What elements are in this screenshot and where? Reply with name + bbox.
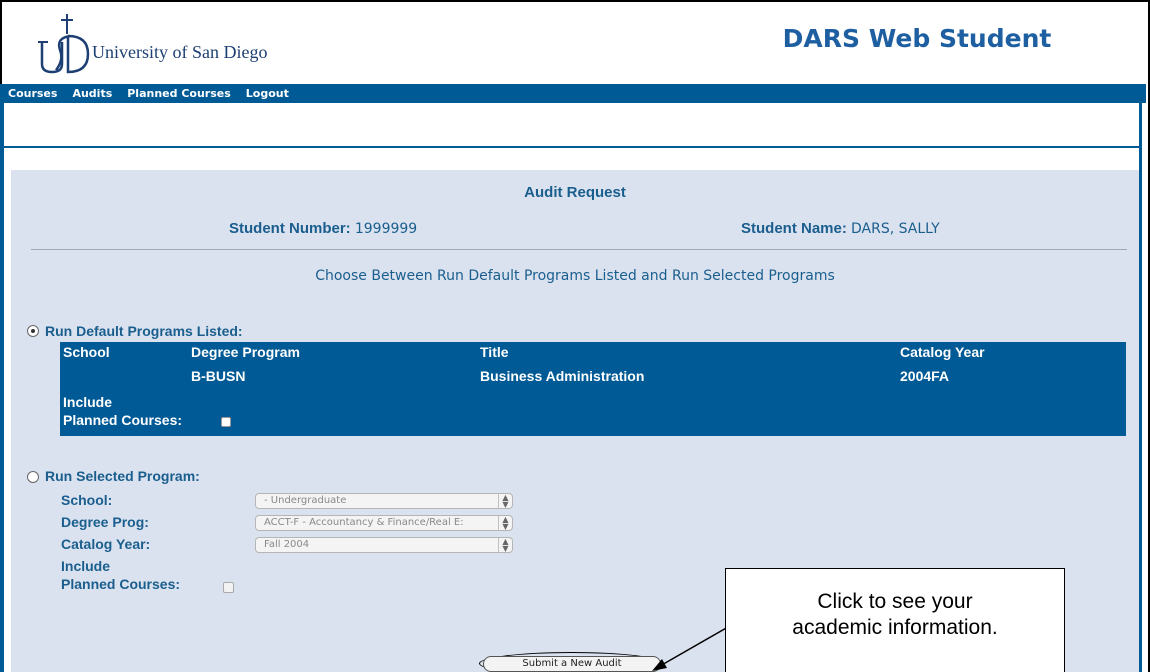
right-border bbox=[1139, 103, 1142, 672]
include-label-line1: Include bbox=[63, 394, 113, 410]
callout-line1: Click to see your bbox=[817, 590, 973, 613]
selected-include-label-line2: Planned Courses: bbox=[61, 576, 181, 592]
select-arrows-icon: ▲ ▼ bbox=[498, 538, 512, 552]
university-name: University of San Diego bbox=[92, 42, 268, 62]
usd-logo[interactable]: University of San Diego bbox=[34, 12, 334, 82]
row-catalog-year: 2004FA bbox=[900, 368, 950, 384]
selected-include-label-line1: Include bbox=[61, 558, 111, 574]
catalog-year-select[interactable]: Fall 2004 ▲ ▼ bbox=[255, 537, 513, 553]
nav-audits[interactable]: Audits bbox=[72, 87, 112, 100]
header-title: Title bbox=[480, 344, 509, 360]
run-default-label: Run Default Programs Listed: bbox=[45, 323, 243, 339]
nav-courses[interactable]: Courses bbox=[8, 87, 57, 100]
row-degree-program: B-BUSN bbox=[191, 368, 246, 384]
row-title: Business Administration bbox=[480, 368, 645, 384]
student-name: Student Name: DARS, SALLY bbox=[741, 220, 940, 237]
degree-prog-select[interactable]: ACCT-F - Accountancy & Finance/Real E: ▲… bbox=[255, 515, 513, 531]
run-selected-label: Run Selected Program: bbox=[45, 468, 200, 484]
instructions-text: Choose Between Run Default Programs List… bbox=[315, 268, 835, 284]
header-catalog-year: Catalog Year bbox=[900, 344, 985, 360]
nav-bar: Courses Audits Planned Courses Logout bbox=[0, 84, 1146, 103]
nav-logout[interactable]: Logout bbox=[246, 87, 289, 100]
degree-prog-label: Degree Prog: bbox=[61, 514, 149, 530]
catalog-year-label: Catalog Year: bbox=[61, 536, 151, 552]
left-border bbox=[0, 103, 4, 672]
content-top-border bbox=[4, 146, 1139, 148]
callout-arrow-icon bbox=[652, 626, 729, 671]
selected-include-planned-checkbox[interactable] bbox=[223, 582, 234, 593]
select-arrows-icon: ▲ ▼ bbox=[498, 516, 512, 530]
default-include-planned-checkbox[interactable] bbox=[221, 417, 231, 427]
run-selected-radio[interactable] bbox=[27, 471, 39, 483]
usd-seal-icon bbox=[38, 14, 90, 74]
student-number: Student Number: 1999999 bbox=[229, 220, 417, 237]
divider bbox=[31, 249, 1127, 250]
catalog-year-select-value: Fall 2004 bbox=[264, 539, 310, 550]
school-select[interactable]: - Undergraduate ▲ ▼ bbox=[255, 493, 513, 509]
student-number-value: 1999999 bbox=[354, 221, 418, 237]
default-programs-table: School Degree Program Title Catalog Year… bbox=[60, 342, 1126, 436]
degree-prog-select-value: ACCT-F - Accountancy & Finance/Real E: bbox=[264, 517, 464, 528]
header: University of San Diego DARS Web Student bbox=[0, 0, 1146, 84]
student-name-label: Student Name: bbox=[741, 220, 847, 237]
student-number-label: Student Number: bbox=[229, 220, 351, 237]
school-label: School: bbox=[61, 492, 113, 508]
app-title: DARS Web Student bbox=[782, 24, 1052, 53]
nav-planned-courses[interactable]: Planned Courses bbox=[127, 87, 231, 100]
callout-box: Click to see your academic information. bbox=[725, 568, 1065, 672]
header-school: School bbox=[63, 344, 110, 360]
callout-line2: academic information. bbox=[792, 616, 998, 639]
school-select-value: - Undergraduate bbox=[264, 495, 347, 506]
student-name-value: DARS, SALLY bbox=[851, 221, 940, 237]
audit-title: Audit Request bbox=[524, 184, 626, 201]
run-default-radio[interactable] bbox=[27, 325, 39, 337]
select-arrows-icon: ▲ ▼ bbox=[498, 494, 512, 508]
header-degree-program: Degree Program bbox=[191, 344, 300, 360]
include-label-line2: Planned Courses: bbox=[63, 412, 183, 428]
